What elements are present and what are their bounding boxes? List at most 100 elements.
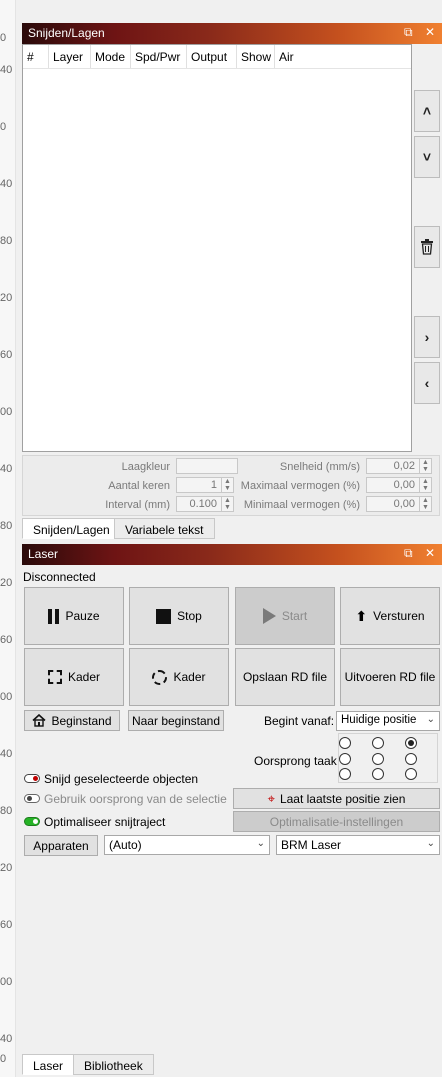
tab-bibliotheek[interactable]: Bibliotheek [73, 1054, 154, 1075]
laser-panel-title: Laser [28, 547, 59, 561]
interval-spinner[interactable]: ▲ ▼ [222, 496, 234, 512]
column-header[interactable]: Layer [49, 45, 91, 68]
aantal-keren-spinner[interactable]: ▲ ▼ [222, 477, 234, 493]
max-vermogen-input[interactable]: 0,00 [366, 477, 420, 493]
chevron-down-icon: ˅ [422, 149, 432, 165]
column-header[interactable]: Air [275, 45, 315, 68]
device-select[interactable]: BRM Laser ⌄ [276, 835, 440, 855]
show-last-position-button[interactable]: ⌖ Laat laatste positie zien [233, 788, 440, 809]
cut-selected-toggle[interactable] [24, 774, 40, 783]
min-vermogen-input[interactable]: 0,00 [366, 496, 420, 512]
frame-button[interactable]: Kader [24, 648, 124, 706]
move-left-button[interactable]: ‹ [414, 362, 440, 404]
origin-radio-mid-right[interactable] [405, 753, 417, 765]
layer-table-header: # Layer Mode Spd/Pwr Output Show Air [23, 45, 411, 69]
snelheid-input[interactable]: 0,02 [366, 458, 420, 474]
origin-radio-bottom-center[interactable] [372, 768, 384, 780]
column-header[interactable]: Mode [91, 45, 131, 68]
ruler-tick: 20 [0, 577, 13, 589]
layer-table[interactable]: # Layer Mode Spd/Pwr Output Show Air [22, 44, 412, 452]
device-value: BRM Laser [281, 838, 342, 852]
interval-input[interactable]: 0.100 [176, 496, 222, 512]
oorsprong-taak-label: Oorsprong taak [254, 754, 337, 768]
port-select[interactable]: (Auto) ⌄ [104, 835, 270, 855]
home-icon [32, 714, 47, 727]
ruler-tick: 40 [0, 178, 13, 190]
move-right-button[interactable]: › [414, 316, 440, 358]
delete-layer-button[interactable] [414, 226, 440, 268]
aantal-keren-input[interactable]: 1 [176, 477, 222, 493]
layer-color-swatch[interactable] [176, 458, 238, 474]
laser-panel-titlebar[interactable]: Laser ⧉ ✕ [22, 544, 442, 565]
send-label: Versturen [373, 609, 425, 623]
crosshair-icon: ⌖ [267, 790, 275, 806]
float-icon[interactable]: ⧉ [404, 25, 413, 40]
tab-variabele-tekst[interactable]: Variabele tekst [114, 518, 215, 539]
laagkleur-label: Laagkleur [121, 461, 170, 473]
column-header[interactable]: Output [187, 45, 237, 68]
show-last-position-label: Laat laatste positie zien [279, 791, 406, 806]
origin-radio-mid-left[interactable] [339, 753, 351, 765]
save-rd-button[interactable]: Opslaan RD file [235, 648, 335, 706]
close-icon[interactable]: ✕ [425, 25, 435, 39]
origin-radio-bottom-right[interactable] [405, 768, 417, 780]
chevron-down-icon: ⌄ [426, 838, 435, 849]
optimize-label: Optimaliseer snijtraject [44, 815, 166, 829]
min-vermogen-label: Minimaal vermogen (%) [243, 499, 360, 511]
column-header[interactable]: Spd/Pwr [131, 45, 187, 68]
stop-button[interactable]: Stop [129, 587, 229, 645]
begint-vanaf-value: Huidige positie [341, 714, 417, 726]
ruler-tick: 0 [0, 32, 7, 44]
use-selection-origin-toggle[interactable] [24, 794, 40, 803]
optimization-settings-button[interactable]: Optimalisatie-instellingen [233, 811, 440, 832]
ruler-tick: 00 [0, 406, 13, 418]
left-ruler: 0 40 0 40 80 20 60 00 40 80 20 60 00 40 … [0, 0, 16, 1077]
move-up-button[interactable]: ˄ [414, 90, 440, 132]
layers-panel-title: Snijden/Lagen [28, 26, 105, 40]
min-vermogen-spinner[interactable]: ▲ ▼ [420, 496, 432, 512]
chevron-right-icon: › [424, 329, 430, 345]
layers-panel-titlebar[interactable]: Snijden/Lagen ⧉ ✕ [22, 23, 442, 44]
ruler-tick: 80 [0, 520, 13, 532]
port-value: (Auto) [109, 838, 142, 852]
origin-radio-mid-center[interactable] [372, 753, 384, 765]
go-origin-button[interactable]: Naar beginstand [128, 710, 224, 731]
frame-label: Kader [67, 670, 101, 684]
devices-button[interactable]: Apparaten [24, 835, 98, 856]
cut-selected-label: Snijd geselecteerde objecten [44, 772, 199, 786]
pause-icon [48, 608, 60, 624]
ruler-tick: 80 [0, 805, 13, 817]
chevron-up-icon: ˄ [422, 103, 432, 119]
float-icon[interactable]: ⧉ [404, 546, 413, 561]
origin-radio-top-left[interactable] [339, 737, 351, 749]
home-button[interactable]: Beginstand [24, 710, 120, 731]
frame-circle-icon [152, 669, 168, 685]
origin-grid [338, 733, 438, 783]
close-icon[interactable]: ✕ [425, 546, 435, 560]
stop-label: Stop [177, 609, 202, 623]
tab-snijden-lagen[interactable]: Snijden/Lagen [22, 518, 121, 539]
tab-laser[interactable]: Laser [22, 1054, 75, 1075]
column-header[interactable]: # [23, 45, 49, 68]
origin-radio-top-center[interactable] [372, 737, 384, 749]
interval-label: Interval (mm) [105, 499, 170, 511]
begint-vanaf-select[interactable]: Huidige positie ⌄ [336, 711, 440, 731]
origin-radio-bottom-left[interactable] [339, 768, 351, 780]
send-button[interactable]: ⬆ Versturen [340, 587, 440, 645]
max-vermogen-spinner[interactable]: ▲ ▼ [420, 477, 432, 493]
run-rd-button[interactable]: Uitvoeren RD file [340, 648, 440, 706]
snelheid-spinner[interactable]: ▲ ▼ [420, 458, 432, 474]
origin-radio-top-right[interactable] [405, 737, 417, 749]
column-header[interactable]: Show [237, 45, 275, 68]
frame-circle-button[interactable]: Kader [129, 648, 229, 706]
optimize-toggle[interactable] [24, 817, 40, 826]
ruler-tick: 40 [0, 64, 13, 76]
use-selection-origin-label: Gebruik oorsprong van de selectie [44, 792, 227, 806]
pause-button[interactable]: Pauze [24, 587, 124, 645]
move-down-button[interactable]: ˅ [414, 136, 440, 178]
play-icon [262, 608, 276, 624]
ruler-tick: 80 [0, 235, 13, 247]
start-button[interactable]: Start [235, 587, 335, 645]
ruler-tick: 0 [0, 121, 7, 133]
home-label: Beginstand [51, 713, 112, 728]
